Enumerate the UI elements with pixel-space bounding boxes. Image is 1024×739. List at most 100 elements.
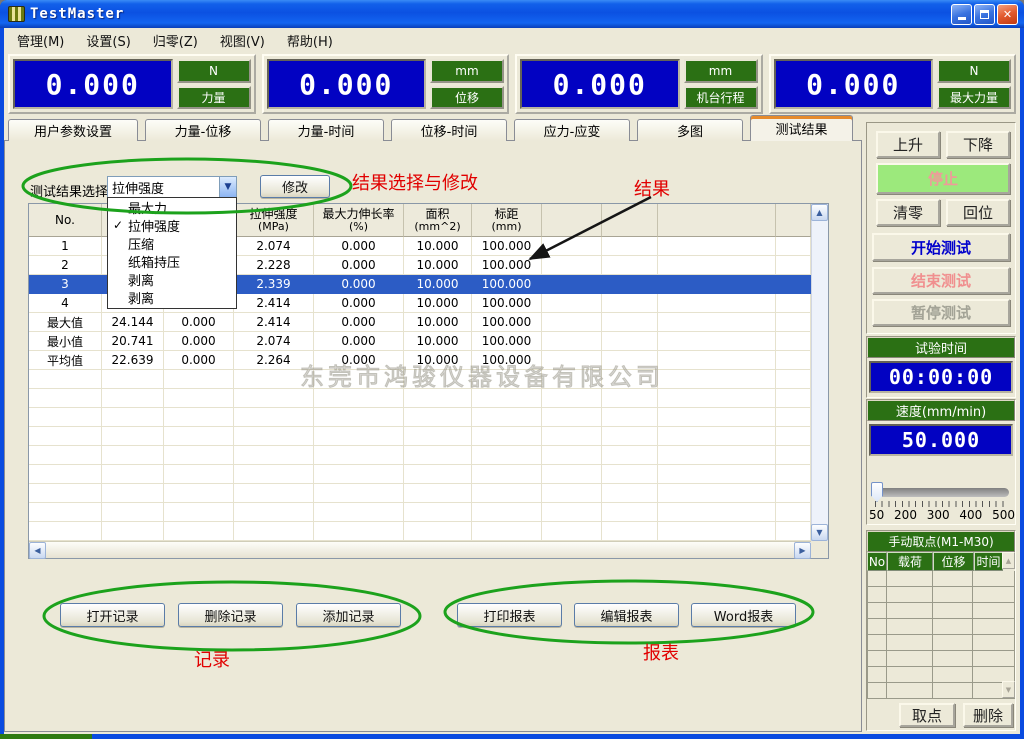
speed-panel: 速度(mm/min) 50.000 50200300400500 [866,399,1016,525]
scroll-left-button[interactable]: ◀ [29,542,46,559]
minimize-button[interactable] [951,4,972,25]
dropdown-item[interactable]: 压缩 [108,234,236,252]
manual-row [867,667,1015,683]
slider-tick-label: 200 [894,508,917,522]
window-controls: ✕ [951,4,1018,25]
display-unit: mm [684,59,758,83]
record-button[interactable]: 打开记录 [60,603,165,627]
display-label: 机台行程 [684,86,758,110]
slider-tick-label: 50 [869,508,884,522]
tab-位移-时间[interactable]: 位移-时间 [391,119,507,141]
close-button[interactable]: ✕ [997,4,1018,25]
col-header: 拉伸强度(MPa) [234,204,314,237]
speed-slider-track[interactable] [873,488,1009,497]
tab-力量-位移[interactable]: 力量-位移 [145,119,261,141]
display-value: 0.000 [520,59,680,109]
manual-row [867,651,1015,667]
report-button[interactable]: Word报表 [691,603,796,627]
manual-scroll-down-button[interactable]: ▼ [1002,681,1015,698]
horizontal-scrollbar[interactable]: ◀ ▶ [29,541,811,558]
dropdown-item[interactable]: 剥离 [108,288,236,306]
manual-points-label: 手动取点(M1-M30) [867,531,1015,552]
scroll-right-button[interactable]: ▶ [794,542,811,559]
speed-slider-labels: 50200300400500 [869,508,1015,522]
manual-col-header: 时间 [974,552,1003,571]
end-test-button[interactable]: 结束测试 [872,267,1010,294]
tab-应力-应变[interactable]: 应力-应变 [514,119,630,141]
display-labels: N 力量 [177,59,251,109]
stop-button[interactable]: 停止 [876,163,1010,194]
take-point-button[interactable]: 取点 [899,703,955,727]
display-value: 0.000 [774,59,934,109]
slider-tick-label: 400 [959,508,982,522]
maximize-icon [980,10,989,19]
table-row[interactable]: 最小值20.7410.0002.0740.00010.000100.000 [29,332,811,351]
manual-col-header: 载荷 [887,552,933,571]
home-button[interactable]: 回位 [946,199,1010,226]
delete-point-button[interactable]: 删除 [963,703,1013,727]
close-icon: ✕ [1003,8,1012,21]
result-select-label: 测试结果选择 [30,181,108,200]
result-select-popup: 最大力✓拉伸强度压缩纸箱持压剥离剥离 [107,197,237,309]
menu-item[interactable]: 归零(Z) [146,29,205,52]
report-button[interactable]: 打印报表 [457,603,562,627]
vertical-scrollbar[interactable]: ▲ ▼ [811,204,828,541]
report-buttons-group: 打印报表编辑报表 Word报表 [457,603,796,627]
display-label: 力量 [177,86,251,110]
manual-col-header: No [867,552,887,571]
dropdown-item[interactable]: 剥离 [108,270,236,288]
modify-button[interactable]: 修改 [260,175,330,198]
dropdown-item[interactable]: ✓拉伸强度 [108,216,236,234]
manual-row [867,619,1015,635]
record-button[interactable]: 删除记录 [178,603,283,627]
col-header: 面积(mm^2) [404,204,472,237]
up-button[interactable]: 上升 [876,131,940,158]
manual-points-header: No载荷位移时间 [867,552,1015,571]
table-row-empty [29,408,811,427]
table-row-empty [29,503,811,522]
test-time-panel: 试验时间 00:00:00 [866,336,1016,398]
tab-多图[interactable]: 多图 [637,119,743,141]
tab-测试结果[interactable]: 测试结果 [750,115,853,141]
manual-row [867,635,1015,651]
speed-slider-thumb[interactable] [871,482,883,502]
menu-item[interactable]: 管理(M) [10,29,71,52]
chevron-down-icon: ▼ [225,182,232,192]
title-bar[interactable]: TestMaster ✕ [0,0,1024,28]
table-row-empty [29,522,811,541]
manual-scroll-up-button[interactable]: ▲ [1002,552,1015,569]
result-select-value: 拉伸强度 [108,178,219,197]
table-row[interactable]: 最大值24.1440.0002.4140.00010.000100.000 [29,313,811,332]
manual-scroll-down-icon: ▼ [1006,686,1011,694]
speed-slider-ticks [875,501,1009,507]
jog-panel: 上升 下降 停止 清零 回位 开始测试 结束测试 暂停测试 [866,122,1016,334]
scroll-down-button[interactable]: ▼ [811,524,828,541]
scrollbar-corner [811,541,828,558]
scroll-left-icon: ◀ [34,546,40,555]
zero-button[interactable]: 清零 [876,199,940,226]
tab-bar: 用户参数设置力量-位移力量-时间位移-时间应力-应变多图测试结果 [8,118,862,141]
display-unit: N [177,59,251,83]
record-button[interactable]: 添加记录 [296,603,401,627]
maximize-button[interactable] [974,4,995,25]
combobox-dropdown-button[interactable]: ▼ [219,177,236,197]
report-button[interactable]: 编辑报表 [574,603,679,627]
result-select-combobox[interactable]: 拉伸强度 ▼ [107,176,237,198]
dropdown-item[interactable]: 纸箱持压 [108,252,236,270]
tab-用户参数设置[interactable]: 用户参数设置 [8,119,138,141]
display-panel: 0.000N最大力量 [769,54,1017,114]
tab-力量-时间[interactable]: 力量-时间 [268,119,384,141]
dropdown-item[interactable]: 最大力 [108,198,236,216]
manual-scroll-up-icon: ▲ [1006,557,1011,565]
table-row-empty [29,484,811,503]
scroll-up-button[interactable]: ▲ [811,204,828,221]
display-label: 最大力量 [937,86,1011,110]
pause-test-button[interactable]: 暂停测试 [872,299,1010,326]
menu-item[interactable]: 视图(V) [213,29,272,52]
col-header: 标距(mm) [472,204,542,237]
menu-item[interactable]: 帮助(H) [280,29,340,52]
down-button[interactable]: 下降 [946,131,1010,158]
menu-item[interactable]: 设置(S) [79,29,137,52]
display-panel: 0.000mm 机台行程 [515,54,763,114]
start-test-button[interactable]: 开始测试 [872,233,1010,261]
